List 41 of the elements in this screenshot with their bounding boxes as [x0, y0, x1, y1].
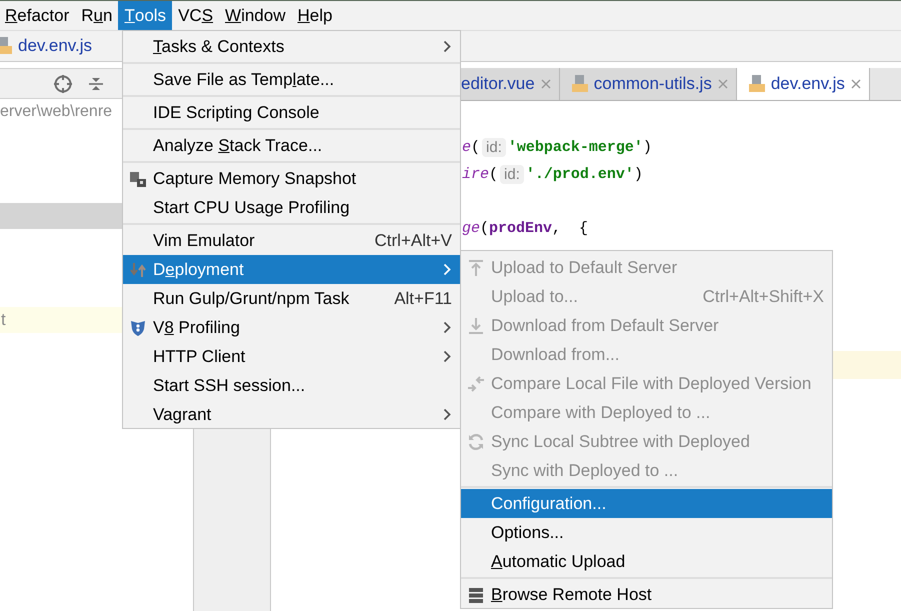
- menu-item[interactable]: Start SSH session...: [123, 371, 460, 400]
- menu-item[interactable]: HTTP Client: [123, 342, 460, 371]
- menu-item[interactable]: Options...: [461, 518, 832, 547]
- menu-bar-item[interactable]: VCS: [172, 1, 220, 30]
- code-line: ge(prodEnv, {: [462, 219, 588, 239]
- menu-item[interactable]: V8 Profiling: [123, 313, 460, 342]
- project-path: erver\web\renre: [0, 103, 112, 121]
- code-line: e( id: 'webpack-merge'): [462, 137, 652, 159]
- upload-icon: [466, 258, 486, 278]
- menu-bar-item[interactable]: Window: [219, 1, 292, 30]
- close-icon[interactable]: [718, 79, 728, 89]
- close-icon[interactable]: [540, 79, 551, 89]
- menu-item[interactable]: Tasks & Contexts: [123, 32, 460, 61]
- menu-item[interactable]: IDE Scripting Console: [123, 98, 460, 127]
- menu-bar-item[interactable]: Refactor: [0, 1, 76, 30]
- editor-tab[interactable]: common-utils.js: [560, 68, 737, 100]
- menu-item[interactable]: Vagrant: [123, 400, 460, 429]
- compare-arrows-icon: [466, 374, 486, 394]
- js-file-icon: [0, 37, 12, 55]
- menu-bar-item[interactable]: Run: [75, 1, 118, 30]
- menu-item[interactable]: Start CPU Usage Profiling: [123, 193, 460, 222]
- menu-bar-item[interactable]: Tools: [118, 1, 172, 30]
- menu-bar-item[interactable]: Help: [292, 1, 338, 30]
- code-line: ire( id: './prod.env'): [462, 164, 643, 186]
- tree-row-text: t: [0, 310, 6, 330]
- js-file-icon: [748, 75, 765, 93]
- menu-item[interactable]: Run Gulp/Grunt/npm Task Alt+F11: [123, 284, 460, 313]
- sync-icon: [466, 432, 486, 452]
- close-icon[interactable]: [850, 79, 861, 89]
- editor-tab[interactable]: dev.env.js: [736, 68, 870, 100]
- js-file-icon: [572, 75, 588, 93]
- menu-item[interactable]: Deployment: [123, 255, 460, 284]
- crosshair-icon[interactable]: [53, 74, 73, 94]
- download-icon: [466, 316, 486, 336]
- menu-item[interactable]: Capture Memory Snapshot: [123, 164, 460, 193]
- menu-item[interactable]: Automatic Upload: [461, 547, 832, 576]
- breadcrumb-file[interactable]: dev.env.js: [18, 36, 92, 56]
- menu-item[interactable]: Analyze Stack Trace...: [123, 131, 460, 160]
- menu-item[interactable]: Configuration...: [461, 489, 832, 518]
- menu-item[interactable]: Vim Emulator Ctrl+Alt+V: [123, 226, 460, 255]
- menu-item[interactable]: Browse Remote Host: [461, 580, 832, 609]
